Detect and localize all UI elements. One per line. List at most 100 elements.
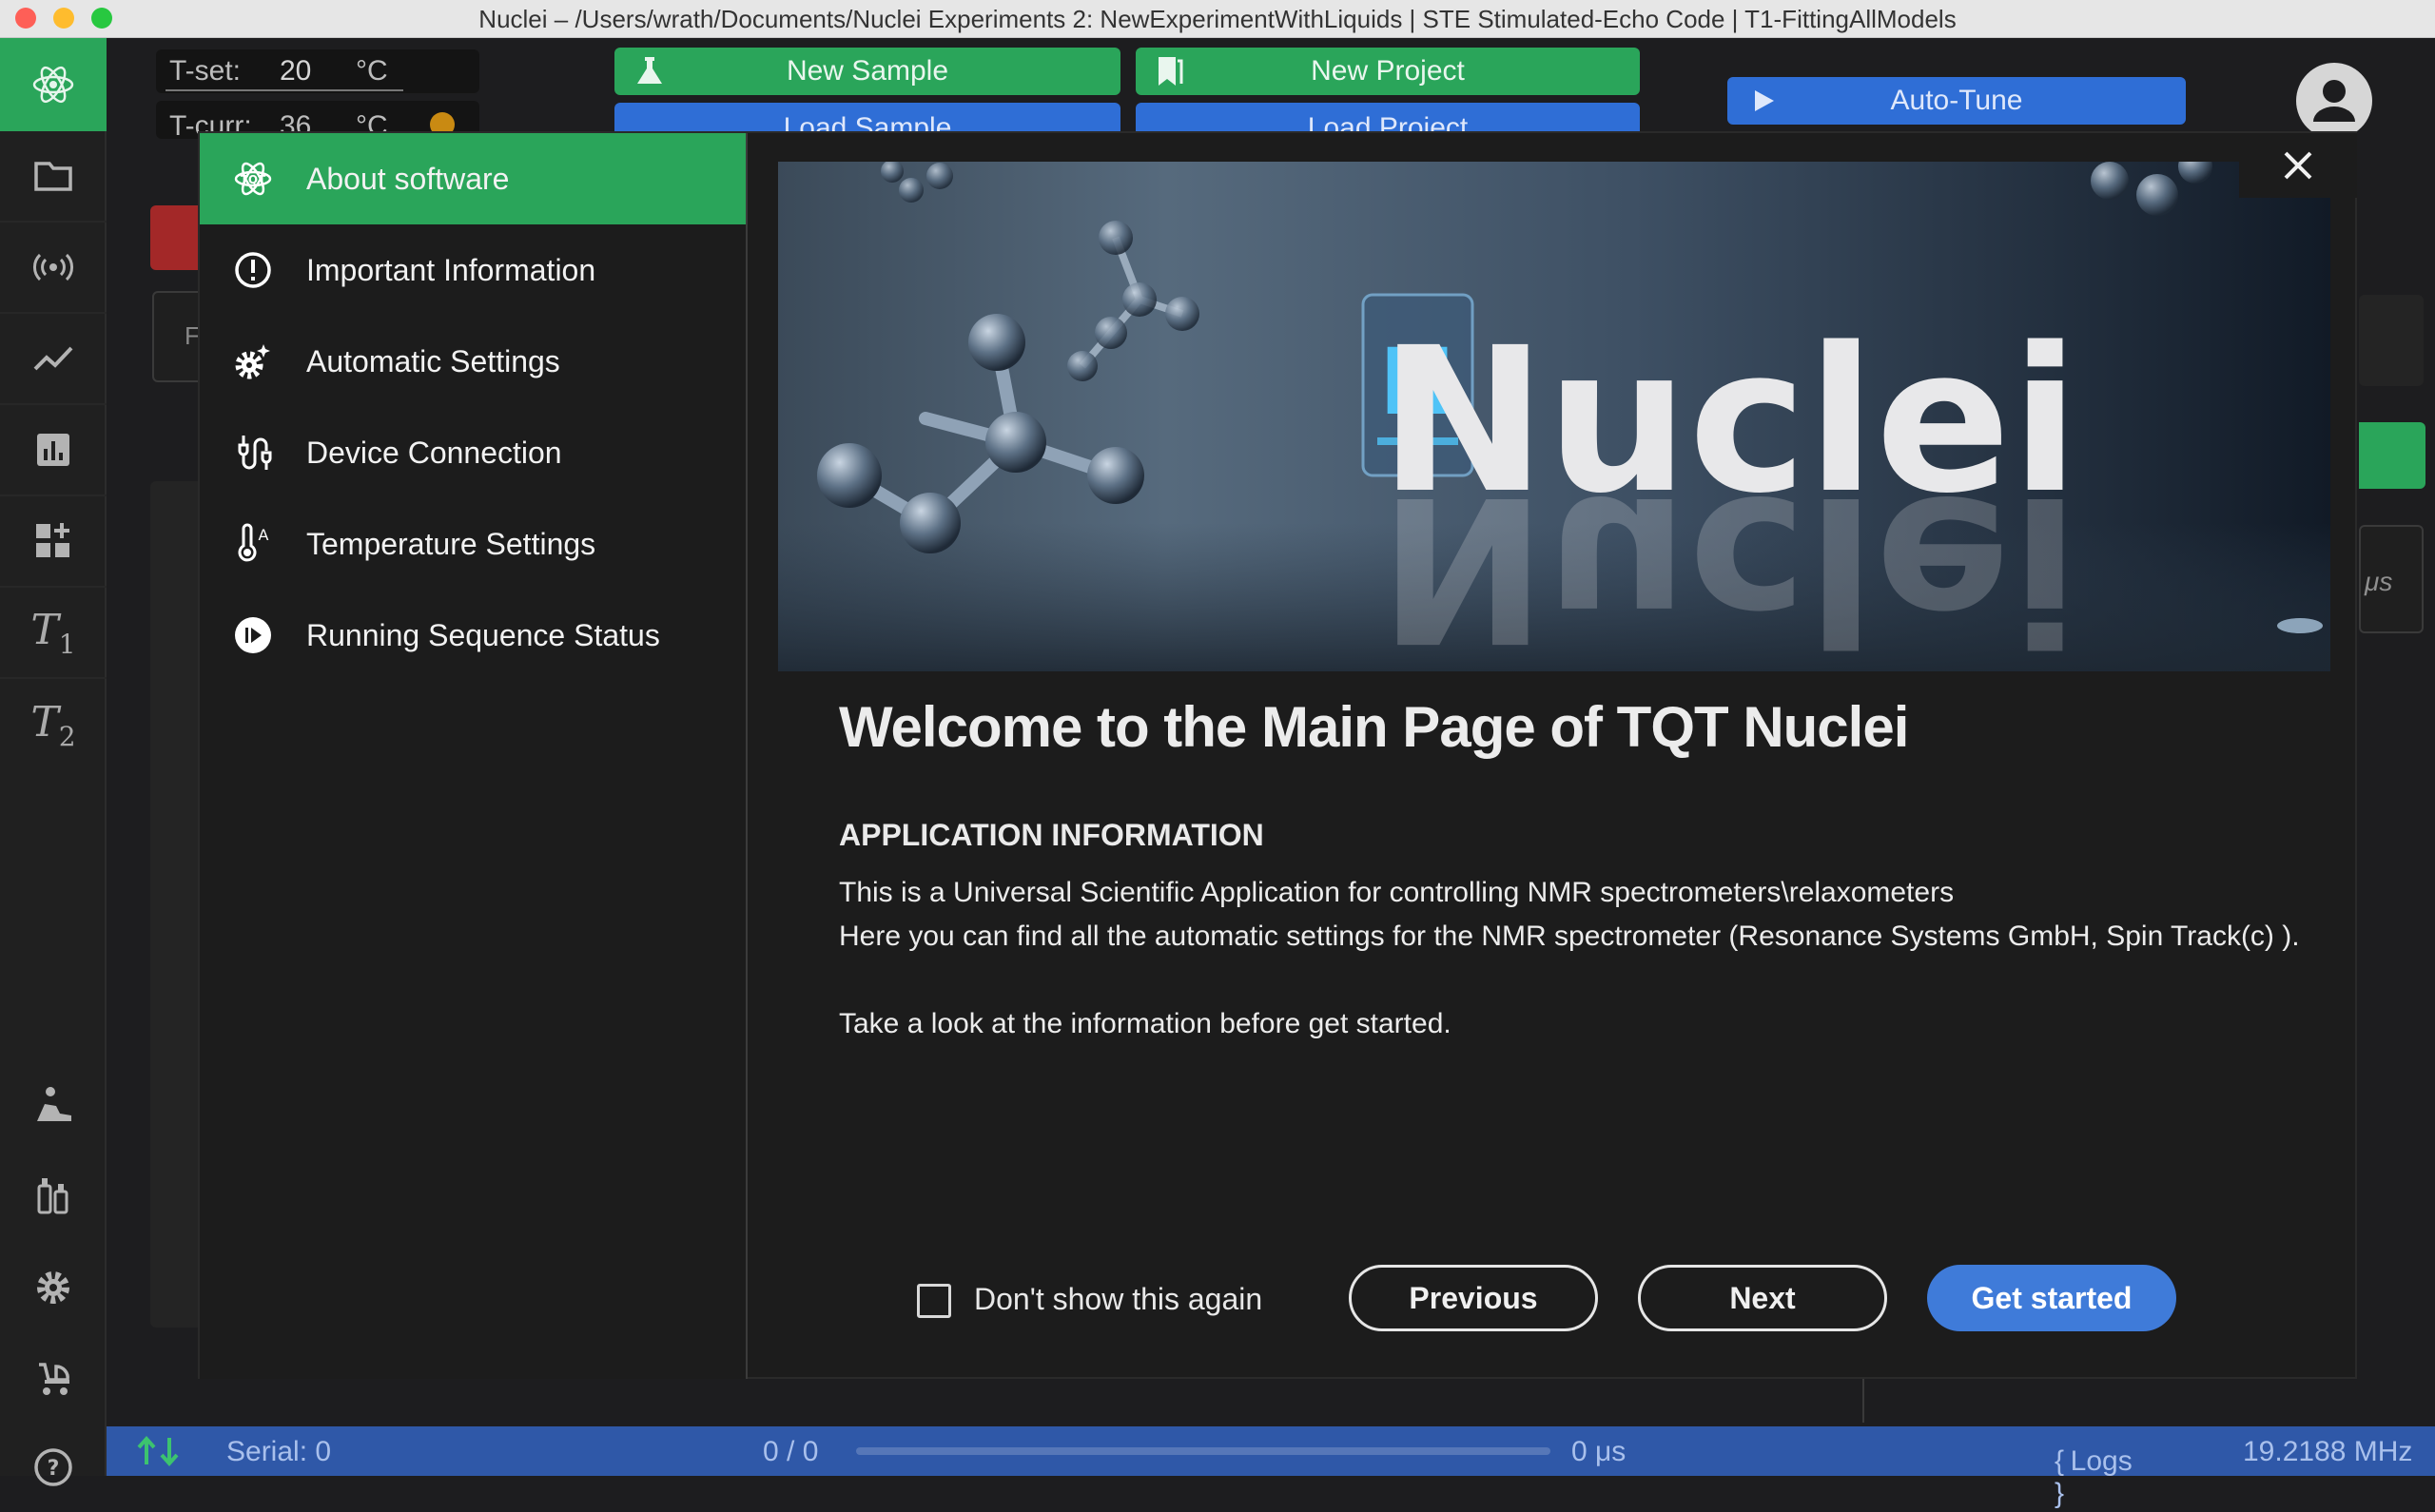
logs-label: Logs bbox=[2070, 1445, 2133, 1477]
new-project-button[interactable]: New Project bbox=[1136, 48, 1640, 95]
close-modal-button[interactable] bbox=[2239, 133, 2357, 198]
nav-item-running-sequence-status[interactable]: Running Sequence Status bbox=[200, 590, 746, 681]
welcome-modal: TQT About software Important Information… bbox=[198, 131, 2357, 1379]
info-paragraph-2: Here you can find all the automatic sett… bbox=[839, 921, 2300, 952]
nav-item-device-connection[interactable]: Device Connection bbox=[200, 407, 746, 498]
rail-sample-button[interactable] bbox=[0, 1059, 107, 1151]
transfer-arrows-icon bbox=[137, 1435, 179, 1467]
stroller-icon bbox=[39, 1363, 69, 1395]
t2-icon: T2 bbox=[30, 697, 76, 752]
section-heading: APPLICATION INFORMATION bbox=[839, 818, 1264, 852]
welcome-title: Welcome to the Main Page of TQT Nuclei bbox=[839, 695, 1909, 759]
molecules-illustration: N Nuclei Nuclei bbox=[778, 162, 2330, 671]
new-sample-label: New Sample bbox=[786, 55, 949, 87]
modal-nav: TQT About software Important Information… bbox=[200, 133, 748, 1379]
flask-icon bbox=[637, 57, 662, 84]
rail-stroller-button[interactable] bbox=[0, 1333, 107, 1425]
bookmark-icon bbox=[1159, 57, 1183, 86]
rail-t1-button[interactable]: T1 bbox=[0, 588, 107, 679]
rail-help-button[interactable]: ? bbox=[0, 1423, 107, 1512]
thermometer-auto-icon: A bbox=[200, 523, 306, 565]
auto-gear-icon bbox=[200, 340, 306, 382]
load-sample-button[interactable]: Load Sample bbox=[614, 103, 1120, 131]
tqt-atom-icon: TQT bbox=[200, 158, 306, 200]
user-icon bbox=[2313, 80, 2355, 122]
rail-settings-button[interactable] bbox=[0, 1242, 107, 1333]
dashboard-add-icon bbox=[36, 523, 69, 557]
folder-icon bbox=[34, 162, 72, 191]
nav-item-important-information[interactable]: Important Information bbox=[200, 224, 746, 316]
previous-button[interactable]: Previous bbox=[1349, 1265, 1598, 1331]
t-set-box: T-set: 20 °C bbox=[156, 49, 479, 93]
t-set-unit: °C bbox=[356, 55, 388, 87]
frequency-readout: 19.2188 MHz bbox=[2243, 1436, 2413, 1467]
nav-label-temperature-settings: Temperature Settings bbox=[306, 526, 596, 561]
left-rail: T1 T2 ? bbox=[0, 38, 107, 1486]
progress-count: 0 / 0 bbox=[763, 1436, 819, 1467]
rail-stats-button[interactable] bbox=[0, 405, 107, 496]
alert-circle-icon bbox=[200, 249, 306, 291]
svg-text:TQT: TQT bbox=[241, 173, 266, 186]
hero-title-reflection: Nuclei bbox=[1379, 452, 2079, 671]
serial-status: Serial: 0 bbox=[226, 1436, 332, 1467]
logs-button[interactable]: { } Logs bbox=[2055, 1436, 2133, 1509]
window-title: Nuclei – /Users/wrath/Documents/Nuclei E… bbox=[478, 5, 1957, 33]
line-chart-icon bbox=[33, 346, 73, 371]
nav-item-temperature-settings[interactable]: A Temperature Settings bbox=[200, 498, 746, 590]
auto-tune-label: Auto-Tune bbox=[1890, 85, 2023, 116]
help-icon: ? bbox=[34, 1448, 72, 1486]
run-button-partial[interactable] bbox=[2359, 422, 2425, 489]
close-icon bbox=[2284, 151, 2312, 180]
new-sample-button[interactable]: New Sample bbox=[614, 48, 1120, 95]
dont-show-checkbox[interactable] bbox=[917, 1284, 951, 1318]
worker-icon bbox=[37, 1087, 71, 1121]
rail-files-button[interactable] bbox=[0, 131, 107, 223]
cable-connection-icon bbox=[200, 432, 306, 474]
status-bar: Serial: 0 0 / 0 0 μs { } Logs 19.2188 MH… bbox=[107, 1379, 2435, 1509]
gear-icon bbox=[37, 1271, 69, 1304]
info-paragraph-1: This is a Universal Scientific Applicati… bbox=[839, 877, 1955, 908]
progress-bar bbox=[856, 1447, 1550, 1455]
nav-item-about-software[interactable]: TQT About software bbox=[200, 133, 746, 224]
t-set-value[interactable]: 20 bbox=[280, 55, 311, 87]
load-sample-label: Load Sample bbox=[783, 112, 952, 131]
atom-logo-icon bbox=[32, 66, 74, 104]
load-project-label: Load Project bbox=[1307, 112, 1469, 131]
user-avatar-button[interactable] bbox=[2296, 63, 2372, 139]
hero-banner-image: N Nuclei Nuclei bbox=[778, 162, 2330, 671]
nav-item-automatic-settings[interactable]: Automatic Settings bbox=[200, 316, 746, 407]
right-panel-partial bbox=[2359, 295, 2424, 386]
braces-icon: { } bbox=[2055, 1445, 2065, 1509]
bar-chart-icon bbox=[37, 434, 69, 466]
divider bbox=[1862, 1379, 1864, 1423]
play-status-icon bbox=[200, 614, 306, 656]
nav-label-about-software: About software bbox=[306, 161, 510, 196]
rail-trend-button[interactable] bbox=[0, 314, 107, 405]
svg-text:?: ? bbox=[48, 1457, 60, 1481]
window-title-bar: Nuclei – /Users/wrath/Documents/Nuclei E… bbox=[0, 0, 2435, 38]
info-paragraph-3: Take a look at the information before ge… bbox=[839, 1008, 1451, 1039]
elapsed-time: 0 μs bbox=[1571, 1436, 1627, 1467]
rail-signal-button[interactable] bbox=[0, 223, 107, 314]
home-logo-button[interactable] bbox=[0, 38, 107, 131]
play-icon bbox=[1755, 90, 1774, 111]
t1-icon: T1 bbox=[30, 605, 76, 660]
next-button[interactable]: Next bbox=[1638, 1265, 1887, 1331]
t-set-label: T-set: bbox=[169, 55, 242, 87]
bottles-icon bbox=[37, 1178, 68, 1214]
nav-label-device-connection: Device Connection bbox=[306, 435, 562, 470]
nav-label-important-information: Important Information bbox=[306, 252, 596, 287]
dont-show-label[interactable]: Don't show this again bbox=[974, 1282, 1262, 1317]
rail-dashboard-button[interactable] bbox=[0, 496, 107, 588]
unit-field-partial[interactable]: μs bbox=[2359, 525, 2424, 633]
new-project-label: New Project bbox=[1311, 55, 1465, 87]
rail-tools-button[interactable] bbox=[0, 1151, 107, 1242]
get-started-button[interactable]: Get started bbox=[1927, 1265, 2176, 1331]
auto-tune-button[interactable]: Auto-Tune bbox=[1727, 77, 2186, 125]
nav-label-automatic-settings: Automatic Settings bbox=[306, 343, 560, 378]
nav-label-running-sequence-status: Running Sequence Status bbox=[306, 617, 660, 652]
broadcast-icon bbox=[33, 253, 73, 281]
t-set-underline bbox=[166, 89, 403, 91]
rail-t2-button[interactable]: T2 bbox=[0, 679, 107, 770]
load-project-button[interactable]: Load Project bbox=[1136, 103, 1640, 131]
